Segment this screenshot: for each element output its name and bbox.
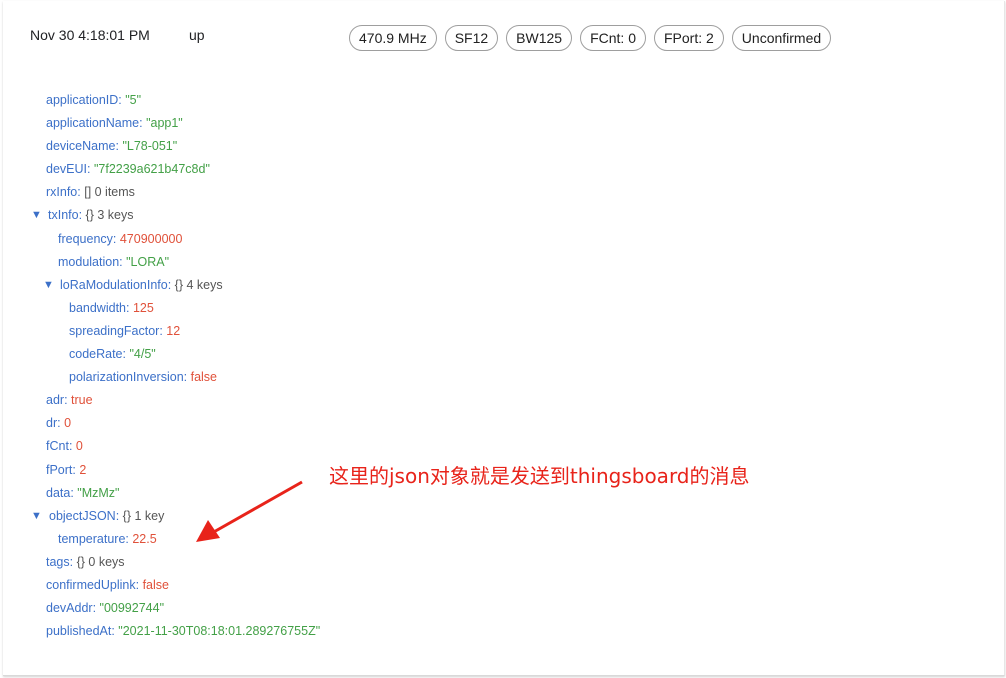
tree-key: fPort [46, 462, 73, 477]
tree-row-txInfo[interactable]: ▼ txInfo: {} 3 keys [0, 204, 320, 227]
tree-value: 0 [64, 416, 72, 431]
tree-row-publishedAt: publishedAt: "2021-11-30T08:18:01.289276… [46, 624, 321, 639]
tree-key: fCnt [46, 439, 69, 454]
event-timestamp: Nov 30 4:18:01 PM [30, 27, 150, 43]
tree-key: spreadingFactor [69, 323, 160, 338]
tree-row-dr: dr: 0 [46, 416, 72, 431]
tree-row-rxInfo[interactable]: rxInfo: [] 0 items [0, 181, 320, 204]
tree-value: 470900000 [119, 231, 183, 246]
tree-key: polarizationInversion [69, 370, 184, 385]
tree-row-deviceName: deviceName: "L78-051" [46, 139, 178, 154]
tree-key: deviceName [46, 139, 116, 154]
tree-value: "7f2239a621b47c8d" [93, 162, 210, 177]
chip-fport: FPort: 2 [654, 25, 724, 51]
tree-value: false [142, 577, 169, 592]
tree-meta: [] 0 items [84, 185, 135, 200]
annotation-text: 这里的json对象就是发送到thingsboard的消息 [329, 464, 750, 488]
tree-key: codeRate [69, 347, 123, 362]
tree-key: dr [46, 416, 58, 431]
tree-row-bandwidth: bandwidth: 125 [69, 300, 154, 315]
tree-key[interactable]: rxInfo [46, 185, 77, 199]
tree-value: true [71, 393, 93, 408]
annotation-arrow-icon [196, 480, 303, 542]
tree-value: "LORA" [126, 254, 170, 269]
tree-value: "5" [125, 93, 142, 107]
tree-value: 2 [79, 462, 87, 477]
tree-key: data [46, 485, 71, 500]
tree-row-applicationName: applicationName: "app1" [46, 116, 183, 131]
tree-meta: {} 1 key [122, 508, 165, 523]
tree-key: applicationID [46, 93, 119, 107]
chip-spreading-factor: SF12 [444, 25, 499, 51]
tree-key: modulation [58, 254, 120, 269]
tree-meta: {} 4 keys [174, 277, 223, 292]
expand-triangle-icon[interactable]: ▼ [43, 274, 54, 297]
chip-bandwidth: BW125 [506, 25, 573, 51]
tree-key: applicationName [46, 116, 140, 131]
tree-row-polarizationInversion: polarizationInversion: false [69, 370, 218, 385]
event-direction: up [189, 27, 205, 43]
tree-row-frequency: frequency: 470900000 [58, 231, 183, 246]
tree-key: bandwidth [69, 300, 126, 315]
tree-key: publishedAt [46, 624, 112, 639]
chip-confirmation: Unconfirmed [731, 25, 832, 51]
tree-row-devAddr: devAddr: "00992744" [46, 601, 165, 616]
json-tree: applicationID: "5" applicationName: "app… [0, 89, 320, 643]
tree-row-fCnt: fCnt: 0 [46, 439, 83, 454]
tree-value: "L78-051" [122, 139, 178, 154]
tree-key: adr [46, 393, 65, 408]
tree-value: "00992744" [99, 601, 165, 616]
tree-key: confirmedUplink [46, 577, 136, 592]
expand-triangle-icon[interactable]: ▼ [31, 505, 42, 528]
tree-row-confirmedUplink: confirmedUplink: false [46, 577, 169, 592]
tree-row-adr: adr: true [46, 393, 93, 408]
tree-value: 0 [75, 439, 83, 454]
tree-value: 22.5 [132, 531, 157, 546]
tree-key: devAddr [46, 601, 93, 616]
chip-frequency: 470.9 MHz [349, 25, 437, 51]
tree-value: "MzMz" [77, 485, 120, 500]
expand-triangle-icon[interactable]: ▼ [31, 204, 42, 227]
tree-key: temperature [58, 531, 126, 546]
tree-row-modulation: modulation: "LORA" [58, 254, 170, 269]
tree-meta: {} 0 keys [76, 554, 125, 569]
tree-row-devEUI: devEUI: "7f2239a621b47c8d" [46, 162, 210, 177]
tree-value: "app1" [146, 116, 183, 131]
tree-row-applicationID: applicationID: "5" [46, 93, 142, 107]
tree-value: "4/5" [129, 347, 156, 362]
chip-list: 470.9 MHz SF12 BW125 FCnt: 0 FPort: 2 Un… [349, 25, 839, 51]
tree-value: false [190, 370, 218, 385]
tree-row-codeRate: codeRate: "4/5" [69, 347, 156, 362]
tree-row-spreadingFactor: spreadingFactor: 12 [69, 323, 181, 338]
tree-value: 125 [132, 300, 154, 315]
tree-key[interactable]: objectJSON [49, 509, 116, 523]
tree-key[interactable]: txInfo [48, 208, 79, 222]
tree-key: devEUI [46, 162, 87, 177]
tree-row-tags[interactable]: tags: {} 0 keys [0, 551, 320, 574]
tree-meta: {} 3 keys [85, 208, 134, 223]
tree-key[interactable]: tags [46, 555, 70, 569]
tree-key: frequency [58, 231, 113, 246]
chip-fcnt: FCnt: 0 [580, 25, 646, 51]
tree-key[interactable]: loRaModulationInfo [60, 278, 168, 292]
tree-row-loRaModulationInfo[interactable]: ▼ loRaModulationInfo: {} 4 keys [0, 274, 320, 297]
tree-value: "2021-11-30T08:18:01.289276755Z" [118, 624, 321, 639]
tree-value: 12 [166, 323, 181, 338]
